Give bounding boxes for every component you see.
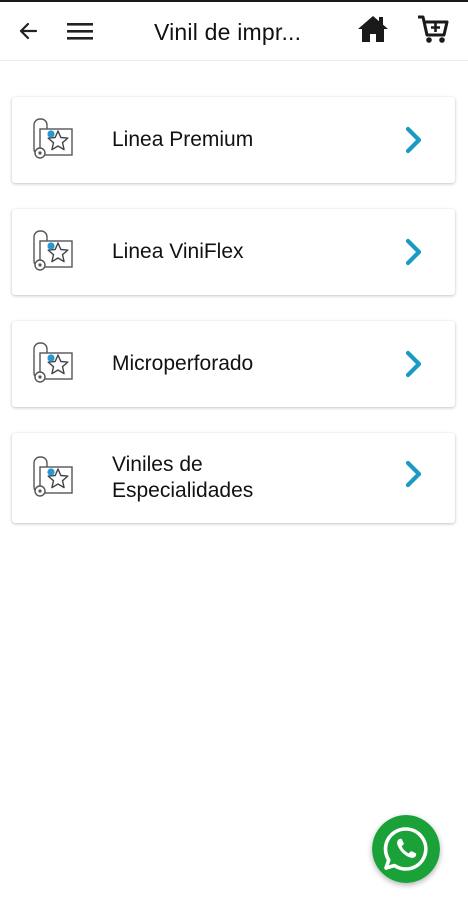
vinyl-roll-star-icon [33,230,73,271]
home-icon[interactable] [356,12,390,46]
category-item-viniles-de-especialidades[interactable]: Viniles de Especialidades [12,433,455,523]
category-item-linea-premium[interactable]: Linea Premium [12,97,455,183]
chevron-right-icon[interactable] [403,459,425,489]
whatsapp-icon[interactable] [372,815,440,883]
vinyl-roll-star-icon [33,342,73,383]
category-list: Linea Premium Linea ViniFlex Microperfor [12,97,455,549]
vinyl-roll-star-icon [33,456,73,497]
page-title: Vinil de impr... [154,19,302,45]
category-label: Linea Premium [112,128,254,151]
vinyl-roll-star-icon [33,118,73,159]
category-label: Microperforado [112,352,254,375]
app-bar: Vinil de impr... [0,2,468,61]
hamburger-menu-icon[interactable] [64,16,96,46]
chevron-right-icon[interactable] [403,237,425,267]
category-label: Linea ViniFlex [112,240,244,263]
category-item-linea-viniflex[interactable]: Linea ViniFlex [12,209,455,295]
category-label: Viniles de Especialidades [112,453,254,502]
back-arrow-icon[interactable] [14,16,44,46]
category-item-microperforado[interactable]: Microperforado [12,321,455,407]
chevron-right-icon[interactable] [403,125,425,155]
chevron-right-icon[interactable] [403,349,425,379]
cart-add-icon[interactable] [416,12,450,46]
